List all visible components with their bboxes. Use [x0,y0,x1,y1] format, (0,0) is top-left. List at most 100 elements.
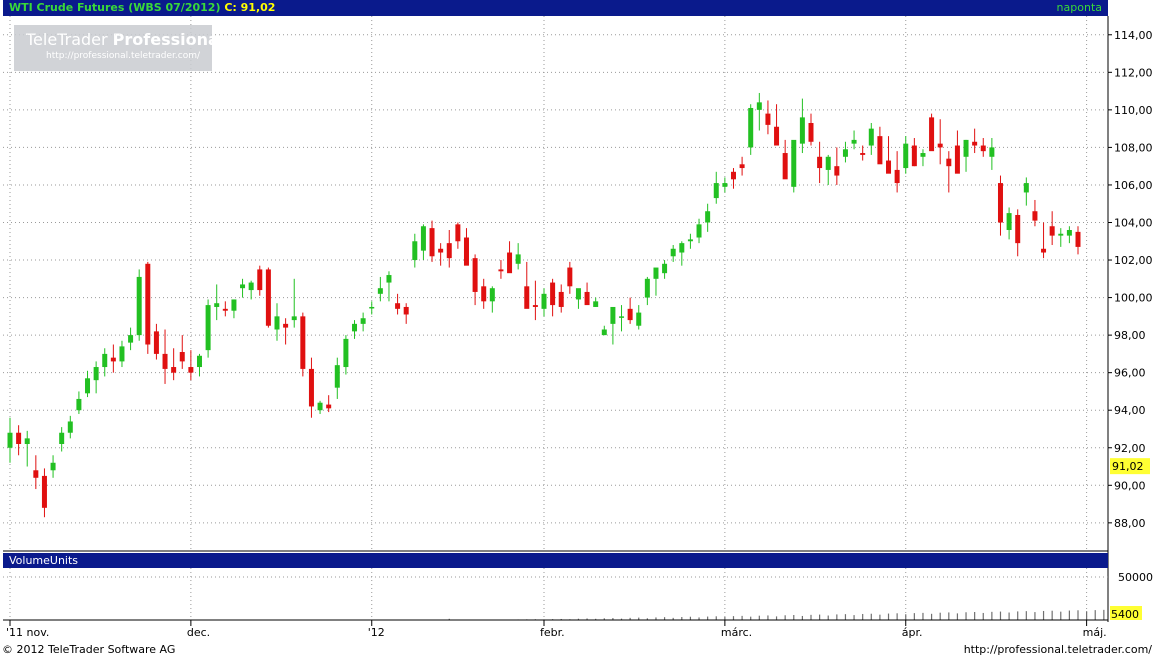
candle-body [463,237,469,266]
candle-body [481,286,487,302]
instrument-name: WTI Crude Futures (WBS 07/2012) [9,1,221,14]
candle-body [136,276,142,336]
chart-header-bar: WTI Crude Futures (WBS 07/2012) C: 91,02… [3,0,1108,16]
candle-body [679,243,685,253]
candle-body [696,224,702,238]
candle-body [739,164,745,169]
candle-body [412,241,418,261]
candle-body [403,306,409,315]
candle-body [705,211,711,223]
time-tick-label: febr. [540,626,565,639]
candle-body [997,183,1003,223]
candle-body [541,293,547,309]
chart-window: 114,00 112,00 110,00 108,00 106,00 104,00 102,… [0,0,1156,659]
candle-body [989,147,995,157]
candle-body [360,318,366,324]
candle-body [395,303,401,309]
copyright-text: © 2012 TeleTrader Software AG [2,643,176,656]
candle-body [1058,233,1064,236]
time-tick-label: márc. [721,626,752,639]
candle-body [102,353,108,368]
candle-body [575,288,581,300]
candle-body [584,291,590,306]
candle-body [877,136,883,165]
candle-body [903,143,909,169]
candle-body [291,316,297,321]
candle-body [653,267,659,279]
candle-body [730,171,736,180]
price-tick-label: 98,00 [1114,329,1146,342]
candle-body [791,139,797,187]
candle-body [171,367,177,373]
candle-body [515,254,521,264]
price-tick-label: 110,00 [1114,104,1153,117]
time-tick-label: dec. [187,626,210,639]
teletrader-watermark: TeleTrader Professional http://professio… [14,25,224,71]
candle-body [85,378,91,394]
candle-body [601,329,607,336]
candle-body [308,368,314,407]
candle-body [50,462,56,471]
candle-body [326,404,332,409]
candle-body [16,432,22,444]
price-tick-label: 106,00 [1114,179,1153,192]
close-label: C: [224,1,237,14]
candle-body [205,305,211,351]
candle-body [498,269,504,272]
candle-body [222,308,228,311]
candle-body [300,316,306,369]
candle-body [834,166,840,176]
candle-body [946,158,952,167]
candle-body [7,432,13,448]
price-tick-label: 108,00 [1114,141,1153,154]
interval-label[interactable]: naponta [1057,1,1102,14]
candle-body [93,367,99,381]
candle-body [920,153,926,157]
footer-bar: © 2012 TeleTrader Software AG http://pro… [0,641,1156,659]
candle-body [1041,248,1047,253]
candle-body [283,323,289,328]
candle-body [24,438,30,444]
footer-url[interactable]: http://professional.teletrader.com/ [964,643,1152,656]
candle-body [119,346,125,362]
candle-body [41,475,47,508]
candle-body [954,145,960,174]
candle-body [636,312,642,326]
last-price-label: 91,02 [1112,460,1144,473]
price-tick-label: 88,00 [1114,517,1146,530]
candle-body [429,228,435,257]
brand-url: http://professional.teletrader.com/ [46,51,201,61]
candle-body [196,355,202,368]
candle-body [627,308,633,321]
candle-body [1049,226,1055,236]
candle-body [774,126,780,146]
candle-body [842,149,848,157]
candle-body [1015,214,1021,244]
candle-body [507,252,513,274]
candle-body [153,331,159,354]
candle-body [868,128,874,146]
price-tick-label: 96,00 [1114,367,1146,380]
time-tick-label: '12 [368,626,385,639]
candle-body [472,258,478,292]
candle-body [825,156,831,170]
volume-panel-header: VolumeUnits [3,553,1108,568]
candle-body [980,145,986,152]
candle-body [929,117,935,152]
candle-body [248,282,254,291]
candle-body [1006,213,1012,230]
candle-body [438,248,444,253]
candle-body [343,338,349,368]
candle-body [145,263,151,345]
candle-body [1023,183,1029,193]
candle-body [963,139,969,157]
candle-body [550,282,556,306]
candle-body [1075,231,1081,247]
time-tick-label: '11 nov. [6,626,49,639]
candle-body [231,299,237,311]
candle-body [524,286,530,309]
candle-body [894,169,900,184]
price-tick-label: 92,00 [1114,442,1146,455]
candle-body [76,398,82,411]
instrument-title: WTI Crude Futures (WBS 07/2012) C: 91,02 [9,1,275,14]
